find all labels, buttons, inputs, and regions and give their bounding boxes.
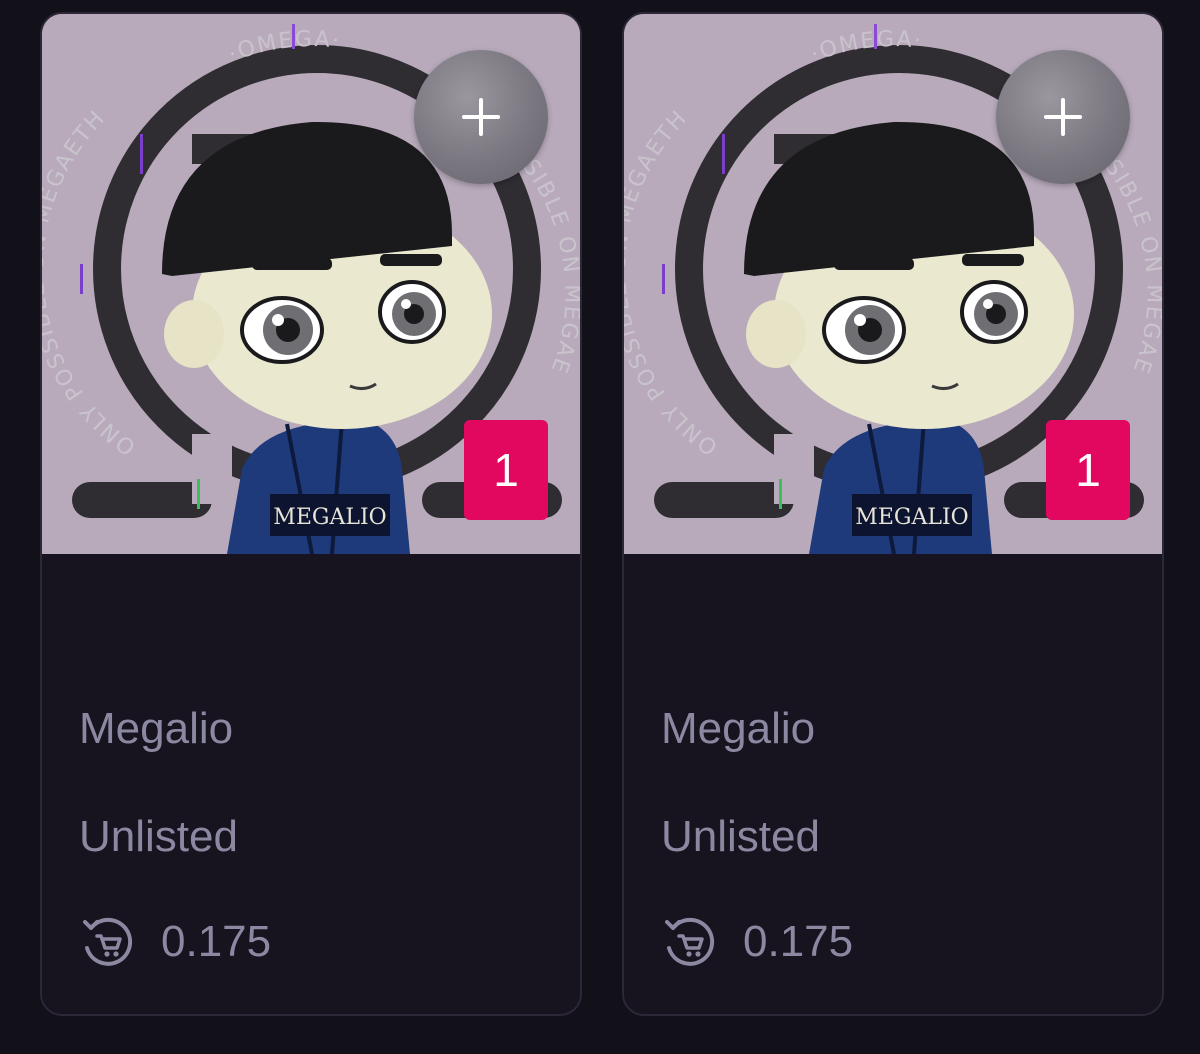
cart-refresh-icon xyxy=(83,917,133,966)
quantity-badge: 1 xyxy=(1046,420,1130,520)
jacket-text: MEGALIO xyxy=(273,505,386,530)
nft-artwork[interactable]: ONLY POSSIBLE ON MEGAETH ·OMEGA· SSIBLE … xyxy=(624,14,1162,554)
quantity-badge: 1 xyxy=(464,420,548,520)
plus-icon xyxy=(1044,98,1082,136)
jacket-text: MEGALIO xyxy=(855,505,968,530)
nft-card[interactable]: ONLY POSSIBLE ON MEGAETH ·OMEGA· SSIBLE … xyxy=(40,12,582,1016)
price-value: 0.175 xyxy=(743,917,854,966)
listing-status: Unlisted xyxy=(661,812,820,861)
nft-artwork[interactable]: ONLY POSSIBLE ON MEGAETH ·OMEGA· SSIBLE … xyxy=(42,14,580,554)
last-sale-row: 0.175 xyxy=(661,914,853,970)
listing-status: Unlisted xyxy=(79,812,238,861)
nft-card[interactable]: ONLY POSSIBLE ON MEGAETH ·OMEGA· SSIBLE … xyxy=(622,12,1164,1016)
add-to-cart-button[interactable] xyxy=(996,50,1130,184)
nft-info: Megalio Unlisted 0.175 xyxy=(42,554,580,1014)
plus-icon xyxy=(462,98,500,136)
price-value: 0.175 xyxy=(161,917,272,966)
cart-refresh-icon xyxy=(665,917,715,966)
nft-info: Megalio Unlisted 0.175 xyxy=(624,554,1162,1014)
nft-name[interactable]: Megalio xyxy=(79,704,233,754)
nft-grid: ONLY POSSIBLE ON MEGAETH ·OMEGA· SSIBLE … xyxy=(0,0,1200,1054)
last-sale-row: 0.175 xyxy=(79,914,271,970)
nft-name[interactable]: Megalio xyxy=(661,704,815,754)
add-to-cart-button[interactable] xyxy=(414,50,548,184)
